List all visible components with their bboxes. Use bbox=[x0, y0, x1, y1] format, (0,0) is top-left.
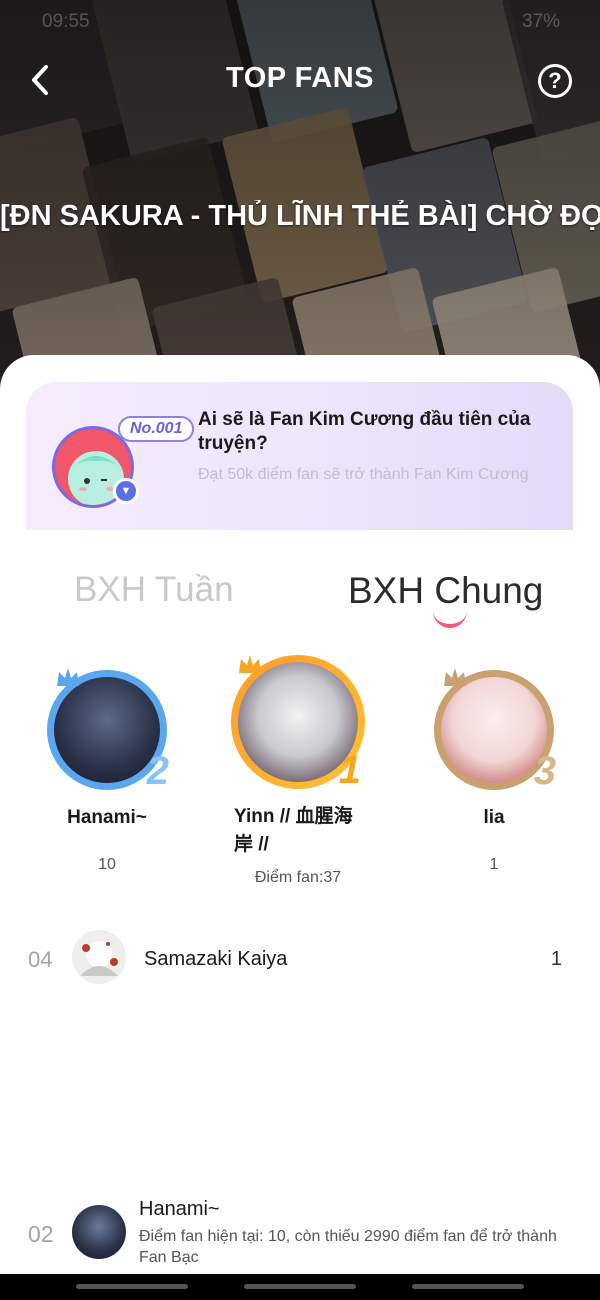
top-fans-screen: 09:55 37% TOP FANS ? [ĐN SAKURA - THỦ LĨ… bbox=[0, 0, 600, 1300]
avatar: 3 bbox=[434, 668, 556, 793]
rank-badge: No.001 bbox=[118, 416, 195, 442]
list-item[interactable]: 04 Samazaki Kaiya 1 bbox=[0, 927, 600, 991]
avatar: 2 bbox=[47, 668, 169, 793]
tab-overall[interactable]: BXH Chung bbox=[348, 570, 543, 612]
nav-handle bbox=[76, 1284, 188, 1289]
podium-score: 10 bbox=[98, 856, 116, 873]
nav-handle bbox=[244, 1284, 356, 1289]
status-battery: 37% bbox=[521, 11, 560, 32]
system-nav-bar bbox=[0, 1274, 600, 1300]
diamond-fan-banner[interactable]: ▼ No.001 Ai sẽ là Fan Kim Cương đầu tiên… bbox=[26, 382, 573, 530]
banner-subtitle: Đạt 50k điểm fan sẽ trở thành Fan Kim Cư… bbox=[198, 466, 529, 483]
question-icon: ? bbox=[548, 68, 562, 93]
list-name: Samazaki Kaiya bbox=[144, 948, 288, 970]
podium-score: Điểm fan:37 bbox=[254, 869, 342, 886]
podium-rank-3[interactable]: 3 lia 1 bbox=[424, 655, 564, 874]
story-title: [ĐN SAKURA - THỦ LĨNH THẺ BÀI] CHỜ ĐỢI bbox=[0, 200, 600, 232]
avatar: 1 bbox=[231, 655, 365, 792]
my-progress-text: Điểm fan hiện tại: 10, còn thiếu 2990 đi… bbox=[139, 1228, 557, 1266]
avatar bbox=[72, 930, 126, 984]
ranking-panel: ▼ No.001 Ai sẽ là Fan Kim Cương đầu tiên… bbox=[0, 355, 600, 1300]
rank-number: 1 bbox=[338, 748, 361, 792]
list-rank: 04 bbox=[28, 947, 53, 972]
crown-icon bbox=[239, 655, 261, 673]
active-tab-indicator bbox=[433, 608, 467, 628]
status-bar: 09:55 37% bbox=[42, 8, 560, 36]
ranking-tabs: BXH Tuần BXH Chung bbox=[0, 562, 600, 632]
my-rank: 02 bbox=[28, 1221, 54, 1247]
my-name: Hanami~ bbox=[139, 1198, 220, 1220]
podium-name: Yinn // 血腥海岸 // bbox=[234, 806, 353, 855]
page-title: TOP FANS bbox=[226, 62, 374, 94]
tab-weekly[interactable]: BXH Tuần bbox=[74, 570, 234, 610]
podium-rank-2[interactable]: 2 Hanami~ 10 bbox=[37, 655, 177, 874]
crown-icon bbox=[57, 668, 79, 686]
nav-handle bbox=[412, 1284, 524, 1289]
podium-score: 1 bbox=[489, 856, 499, 873]
avatar bbox=[72, 1205, 126, 1259]
my-rank-bar[interactable]: 02 Hanami~ Điểm fan hiện tại: 10, còn th… bbox=[0, 1195, 600, 1285]
crown-icon bbox=[444, 668, 466, 686]
podium-rank-1[interactable]: 1 Yinn // 血腥海岸 // Điểm fan:37 bbox=[228, 655, 368, 887]
podium-name: lia bbox=[483, 807, 505, 828]
list-score: 1 bbox=[550, 948, 562, 970]
podium-name: Hanami~ bbox=[67, 807, 147, 828]
banner-title: Ai sẽ là Fan Kim Cương đầu tiên của truy… bbox=[198, 409, 531, 454]
status-time: 09:55 bbox=[42, 11, 90, 32]
diamond-icon: ▼ bbox=[113, 478, 139, 504]
rank-number: 2 bbox=[146, 749, 169, 793]
help-button[interactable]: ? bbox=[538, 64, 572, 98]
rank-number: 3 bbox=[533, 749, 556, 793]
